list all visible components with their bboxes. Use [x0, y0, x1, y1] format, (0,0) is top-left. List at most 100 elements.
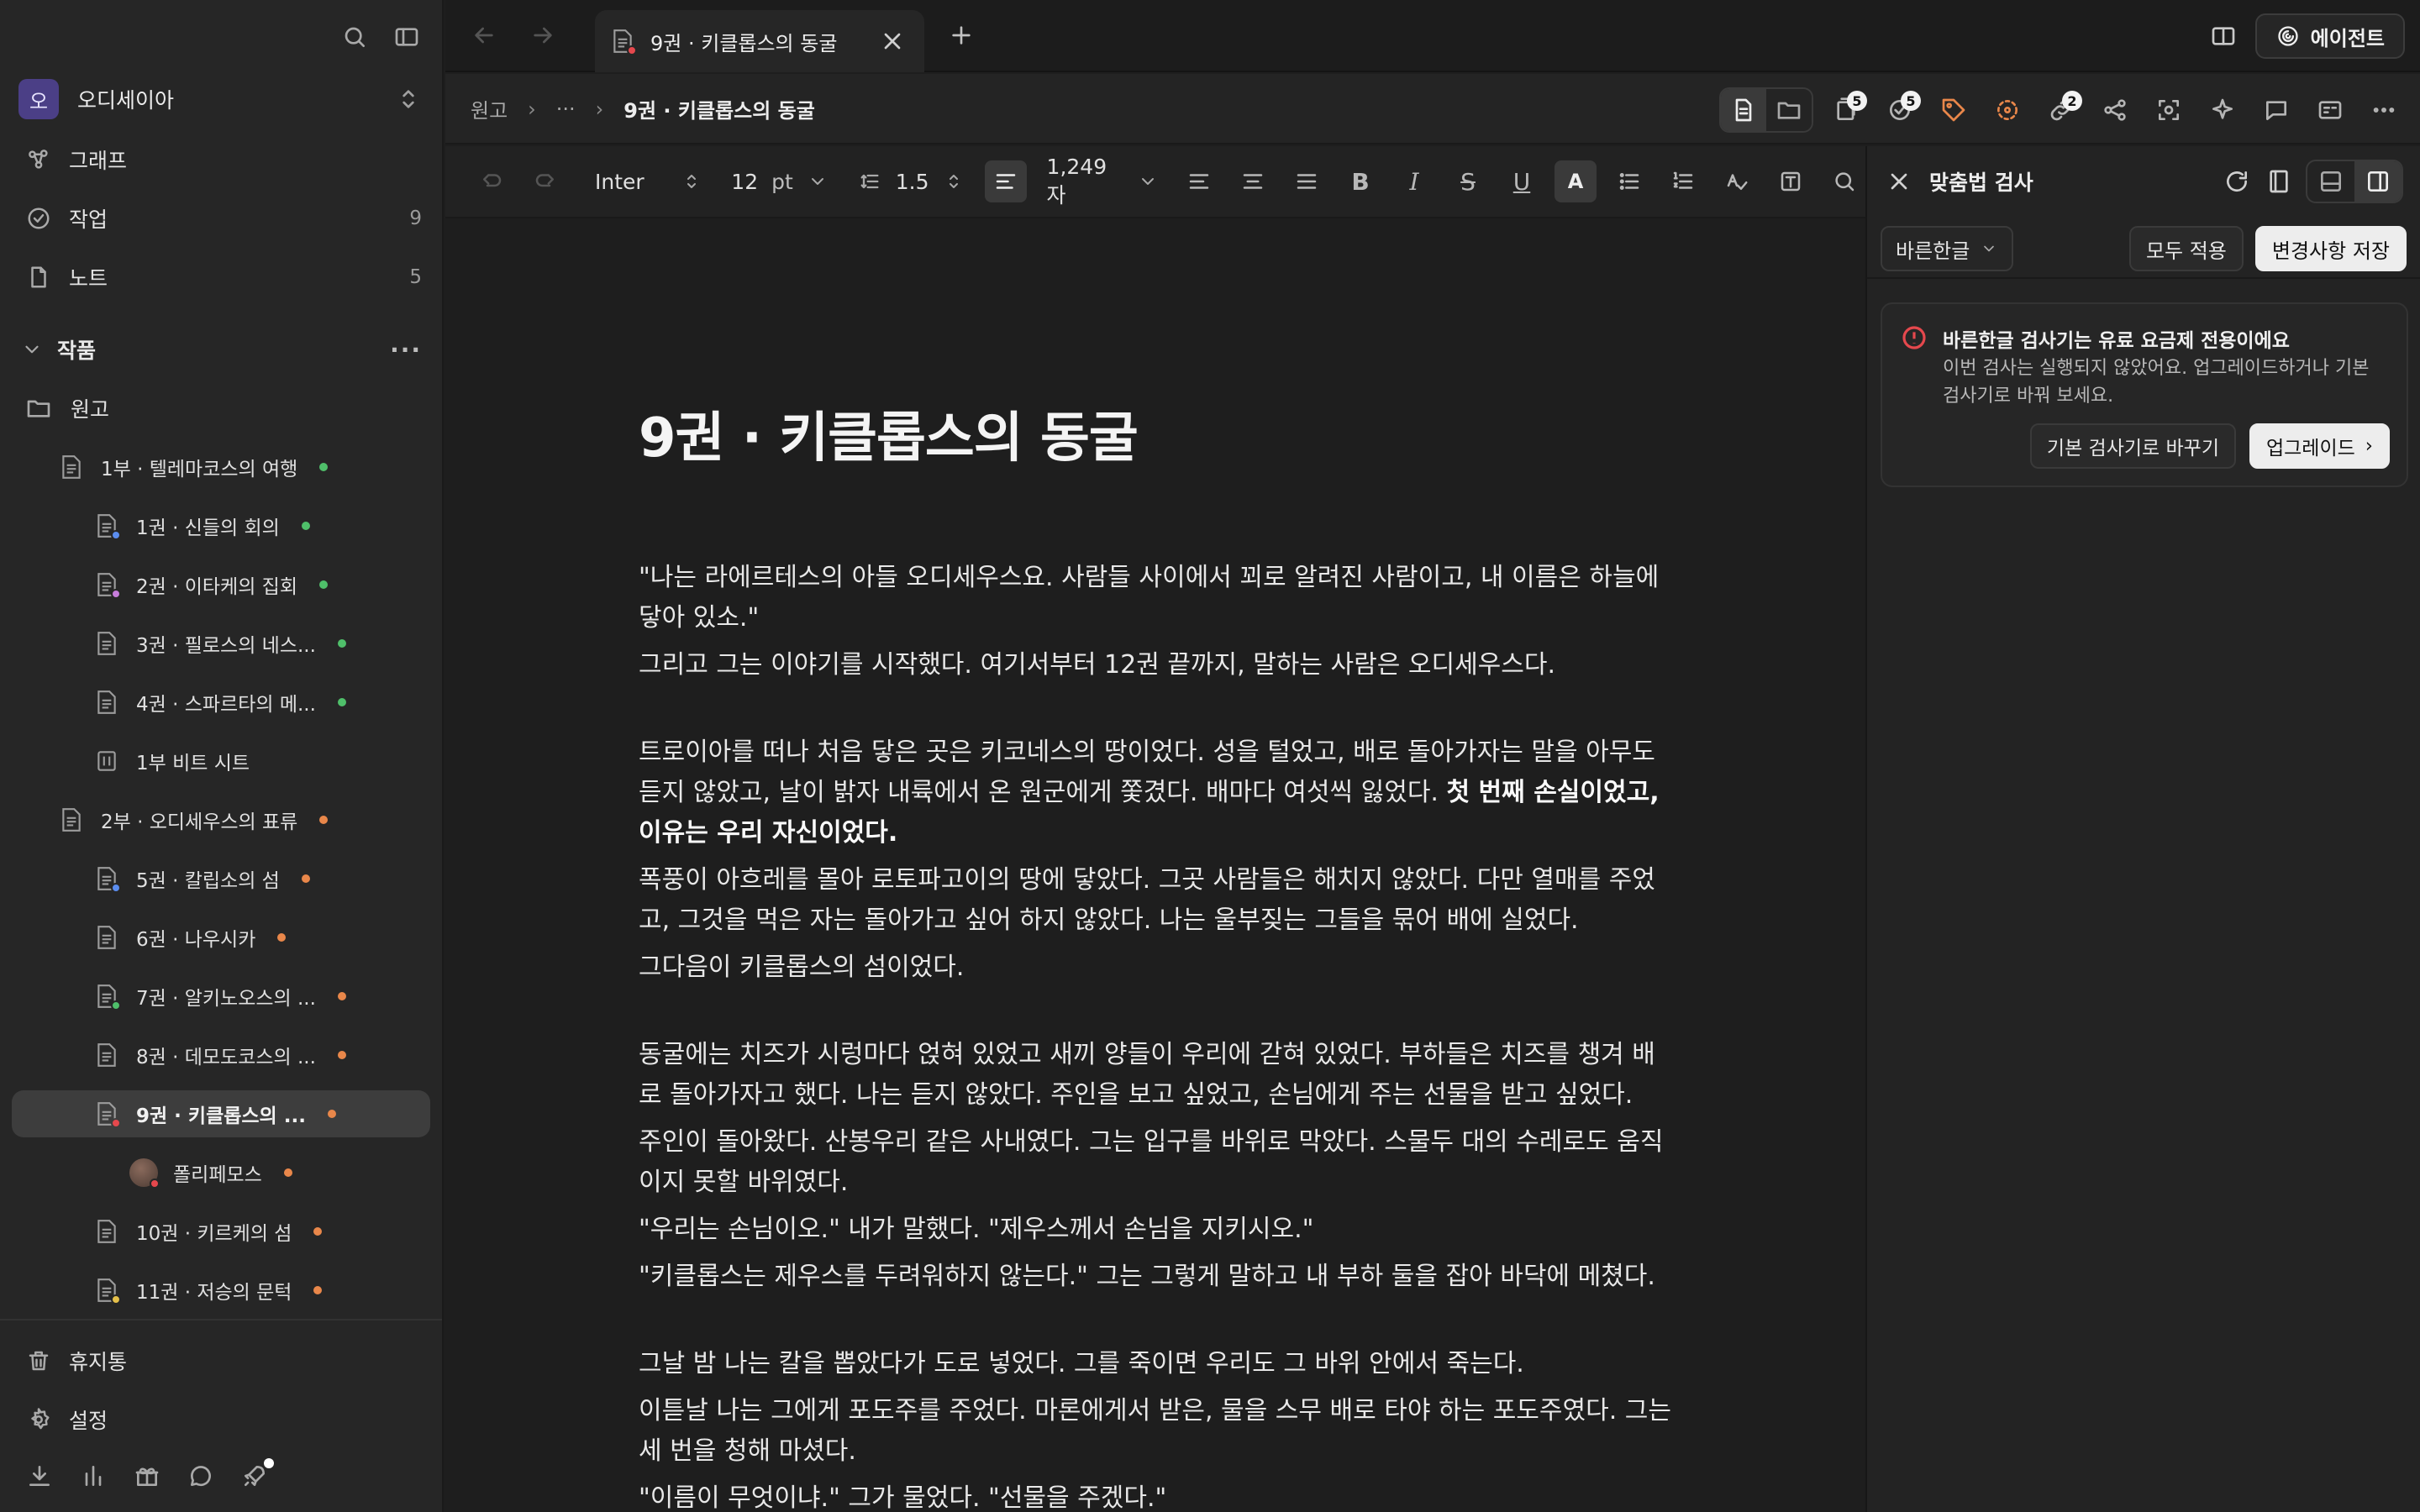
tag-icon[interactable]: [1933, 89, 1975, 131]
chevron-down-icon: [20, 338, 44, 361]
view-mode-toggle[interactable]: [1719, 87, 1813, 133]
switch-checker-button[interactable]: 기본 검사기로 바꾸기: [2029, 423, 2236, 469]
tree-item-book11[interactable]: 11권 · 저승의 문턱: [96, 1267, 323, 1314]
tree-item-beatsheet[interactable]: 1부 비트 시트: [96, 738, 250, 785]
italic-button[interactable]: I: [1393, 160, 1435, 202]
font-size-select[interactable]: 12 pt: [723, 166, 836, 197]
format-toolbar: Inter 12 pt 1.5 1,249 자 B I S U A: [445, 146, 1865, 218]
folder-view-icon[interactable]: [1766, 89, 1812, 131]
paragraph: "이름이 무엇이냐." 그가 물었다. "선물을 주겠다.": [639, 1483, 1167, 1512]
underline-button[interactable]: U: [1501, 160, 1543, 202]
tasks-count-button[interactable]: 5: [1879, 89, 1921, 131]
trash-icon: [25, 1347, 52, 1374]
tree-item-book6[interactable]: 6권 · 나우시카: [96, 914, 287, 961]
apply-all-button[interactable]: 모두 적용: [2128, 226, 2244, 271]
document-body[interactable]: "나는 라에르테스의 아들 오디세우스요. 사람들 사이에서 꾀로 알려진 사람…: [639, 558, 1672, 1512]
font-family-select[interactable]: Inter: [587, 166, 711, 197]
tree-item-book8[interactable]: 8권 · 데모도코스의 ...: [96, 1032, 346, 1079]
nav-tasks[interactable]: 작업 9: [25, 198, 422, 239]
tree-item-part2[interactable]: 2부 · 오디세우스의 표류: [60, 796, 329, 843]
add-tab-icon[interactable]: [946, 20, 976, 50]
breadcrumb-root[interactable]: 원고: [471, 94, 508, 123]
gift-icon[interactable]: [133, 1462, 161, 1490]
tree-item-book7[interactable]: 7권 · 알키노오스의 ...: [96, 973, 346, 1020]
tree-item-manuscript[interactable]: 원고: [25, 385, 109, 432]
layout-right-icon[interactable]: [2354, 161, 2402, 202]
book-icon[interactable]: [2264, 166, 2294, 197]
align-center-icon[interactable]: [1232, 160, 1274, 202]
upgrade-button[interactable]: 업그레이드 ›: [2249, 423, 2390, 469]
align-left-icon[interactable]: [984, 160, 1027, 202]
redo-icon[interactable]: [524, 160, 566, 202]
chevron-updown-icon: [681, 166, 702, 197]
document-icon: [96, 1219, 118, 1244]
paragraph: 그리고 그는 이야기를 시작했다. 여기서부터 12권 끝까지, 말하는 사람은…: [639, 650, 1556, 680]
more-icon[interactable]: [2363, 89, 2405, 131]
paragraph: 그날 밤 나는 칼을 뽑았다가 도로 넣었다. 그를 죽이면 우리도 그 바위 …: [639, 1349, 1524, 1378]
sidebar-toggle-icon[interactable]: [392, 22, 422, 52]
tree-item-label: 폴리페모스: [173, 1164, 262, 1186]
sparkle-icon[interactable]: [2202, 89, 2244, 131]
strikethrough-button[interactable]: S: [1447, 160, 1489, 202]
align-justify-icon[interactable]: [1286, 160, 1328, 202]
align-left-alt-icon[interactable]: [1178, 160, 1220, 202]
tab-active-document[interactable]: 9권 · 키클롭스의 동굴: [595, 10, 924, 72]
layout-bottom-icon[interactable]: [2307, 161, 2354, 202]
rocket-icon[interactable]: [240, 1458, 274, 1490]
tree-item-book4[interactable]: 4권 · 스파르타의 메...: [96, 679, 346, 726]
nav-notes[interactable]: 노트 5: [25, 257, 422, 297]
focus-icon[interactable]: [2148, 89, 2190, 131]
document-title[interactable]: 9권 · 키클롭스의 동굴: [639, 395, 1139, 472]
tree-item-book3[interactable]: 3권 · 필로스의 네스...: [96, 620, 346, 667]
agent-button[interactable]: 에이전트: [2254, 13, 2405, 59]
close-icon[interactable]: [1884, 166, 1914, 197]
workspace-switcher[interactable]: 오 오디세이아: [18, 79, 424, 119]
nav-graph[interactable]: 그래프: [25, 139, 422, 180]
relations-icon[interactable]: [2094, 89, 2136, 131]
comment-icon[interactable]: [2255, 89, 2297, 131]
close-icon[interactable]: [877, 26, 908, 56]
forward-arrow-icon[interactable]: [528, 20, 558, 50]
tree-item-polyphemus[interactable]: 폴리페모스: [129, 1149, 292, 1196]
spellcheck-icon[interactable]: [1716, 160, 1758, 202]
nav-settings[interactable]: 설정: [25, 1399, 422, 1440]
links-count-button[interactable]: 2: [2040, 89, 2082, 131]
char-count-select[interactable]: 1,249 자: [1039, 155, 1166, 209]
breadcrumb-ellipsis[interactable]: ···: [556, 97, 576, 121]
bullet-list-icon[interactable]: [1608, 160, 1650, 202]
search-icon[interactable]: [339, 22, 370, 52]
tree-item-book5[interactable]: 5권 · 칼립소의 섬: [96, 855, 310, 902]
nav-trash[interactable]: 휴지통: [25, 1341, 422, 1381]
tree-item-book2[interactable]: 2권 · 이타케의 집회: [96, 561, 328, 608]
bold-button[interactable]: B: [1339, 160, 1381, 202]
search-icon[interactable]: [1823, 160, 1865, 202]
status-circle-icon[interactable]: [1986, 89, 2028, 131]
tree-item-book9[interactable]: 9권 · 키클롭스의 ...: [12, 1090, 430, 1137]
tree-item-book1[interactable]: 1권 · 신들의 회의: [96, 502, 310, 549]
back-arrow-icon[interactable]: [469, 20, 499, 50]
numbered-list-icon[interactable]: [1662, 160, 1704, 202]
refresh-icon[interactable]: [2222, 166, 2252, 197]
text-color-button[interactable]: A: [1555, 160, 1597, 202]
section-more-button[interactable]: ···: [390, 336, 422, 364]
card-icon[interactable]: [2309, 89, 2351, 131]
editor[interactable]: 9권 · 키클롭스의 동굴 "나는 라에르테스의 아들 오디세우스요. 사람들 …: [445, 220, 1865, 1512]
alert-description: 이번 검사는 실행되지 않았어요. 업그레이드하거나 기본 검사기로 바꿔 보세…: [1943, 358, 2370, 407]
documents-count-button[interactable]: 5: [1825, 89, 1867, 131]
tree-item-book10[interactable]: 10권 · 키르케의 섬: [96, 1208, 323, 1255]
save-changes-button[interactable]: 변경사항 저장: [2254, 226, 2407, 271]
document-icon: [96, 984, 121, 1011]
undo-icon[interactable]: [471, 160, 513, 202]
chat-icon[interactable]: [187, 1462, 215, 1490]
download-icon[interactable]: [25, 1462, 54, 1490]
text-box-icon[interactable]: [1770, 160, 1812, 202]
section-works[interactable]: 작품 ···: [20, 329, 422, 370]
split-view-icon[interactable]: [2208, 21, 2238, 51]
document-view-icon[interactable]: [1721, 89, 1766, 131]
panel-layout-toggle[interactable]: [2306, 160, 2403, 203]
document-icon: [60, 454, 82, 480]
line-height-select[interactable]: 1.5: [849, 166, 973, 197]
stats-icon[interactable]: [79, 1462, 108, 1490]
checker-select[interactable]: 바른한글: [1881, 226, 2014, 271]
tree-item-part1[interactable]: 1부 · 텔레마코스의 여행: [60, 444, 329, 491]
